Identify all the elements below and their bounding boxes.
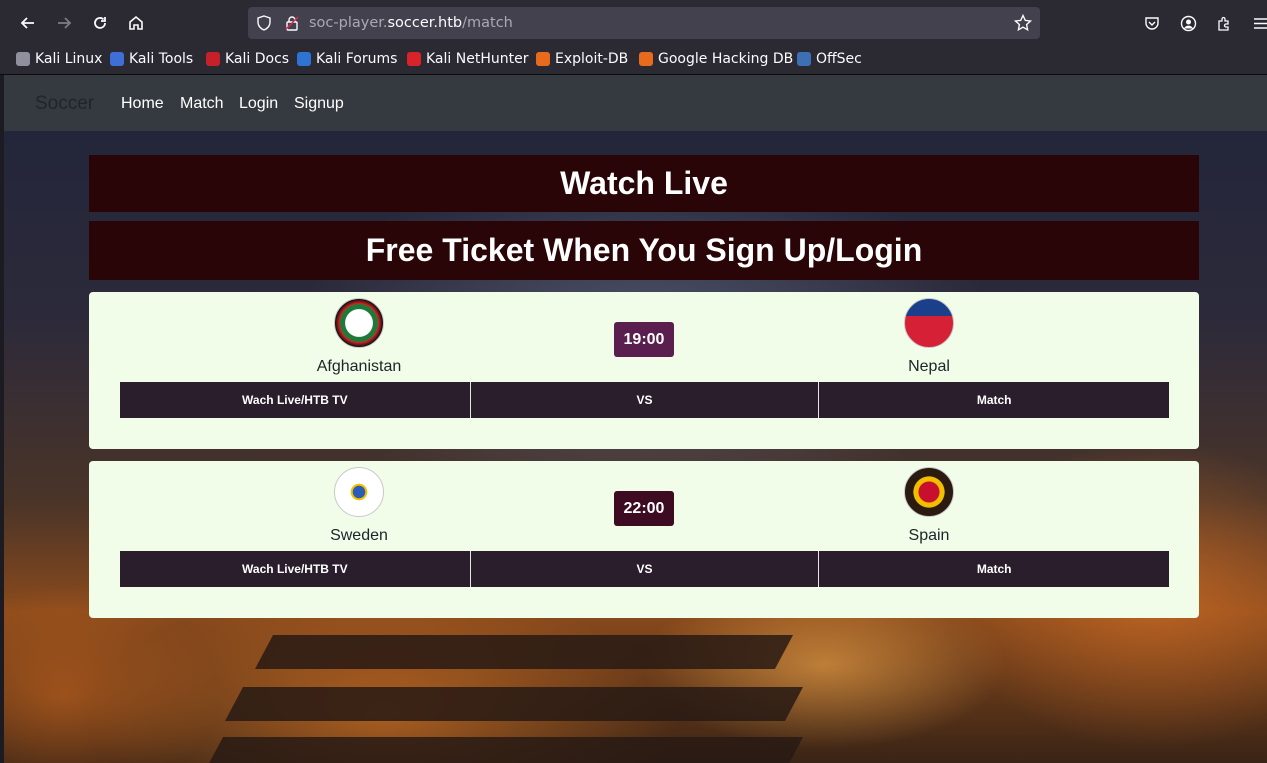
away-team: Spain [829, 467, 1029, 545]
match-button[interactable]: Match [819, 382, 1170, 418]
match-time: 19:00 [614, 322, 674, 357]
account-icon[interactable] [1178, 13, 1198, 33]
site-brand[interactable]: Soccer [35, 93, 94, 115]
away-team: Nepal [829, 298, 1029, 376]
nav-login[interactable]: Login [239, 95, 278, 113]
spain-logo-icon [904, 467, 954, 517]
match-actions-row: Wach Live/HTB TV VS Match [120, 382, 1170, 418]
away-team-name: Spain [908, 527, 950, 544]
offsec-icon [797, 52, 811, 66]
kali-forums-icon [297, 52, 311, 66]
match-button[interactable]: Match [819, 551, 1170, 587]
exploit-db-icon [536, 52, 550, 66]
match-time: 22:00 [614, 491, 674, 526]
shield-icon[interactable] [256, 15, 272, 36]
background-stripe [224, 687, 804, 721]
match-actions-row: Wach Live/HTB TV VS Match [120, 551, 1170, 587]
bookmarks-bar: Kali Linux Kali Tools Kali Docs Kali For… [0, 45, 1267, 75]
bookmark-star-icon[interactable] [1013, 13, 1033, 37]
kali-tools-icon [110, 52, 124, 66]
pocket-icon[interactable] [1142, 13, 1162, 33]
away-team-name: Nepal [908, 358, 950, 375]
lock-icon[interactable] [284, 15, 300, 36]
nav-match[interactable]: Match [180, 95, 224, 113]
background-stripe [204, 737, 804, 763]
background-stripe [254, 635, 794, 669]
afghanistan-logo-icon [334, 298, 384, 348]
page-content: Soccer Home Match Login Signup Watch Liv… [4, 75, 1267, 763]
free-ticket-banner: Free Ticket When You Sign Up/Login [89, 221, 1199, 280]
nepal-logo-icon [904, 298, 954, 348]
watch-live-banner: Watch Live [89, 155, 1199, 212]
bookmark-offsec[interactable]: OffSec [797, 50, 862, 68]
browser-toolbar: soc-player.soccer.htb/match [0, 0, 1267, 45]
reload-icon[interactable] [89, 12, 111, 34]
nav-home[interactable]: Home [121, 95, 164, 113]
url-text[interactable]: soc-player.soccer.htb/match [309, 15, 513, 31]
menu-icon[interactable] [1250, 13, 1267, 33]
back-icon[interactable] [17, 12, 39, 34]
home-icon[interactable] [125, 12, 147, 34]
home-team: Afghanistan [259, 298, 459, 376]
bookmark-google-hacking-db[interactable]: Google Hacking DB [639, 50, 793, 68]
nethunter-icon [407, 52, 421, 66]
forward-icon[interactable] [53, 12, 75, 34]
home-team: Sweden [259, 467, 459, 545]
home-team-name: Sweden [330, 527, 388, 544]
bookmark-kali-linux[interactable]: Kali Linux [16, 50, 102, 68]
kali-dragon-icon [16, 52, 30, 66]
watch-live-button[interactable]: Wach Live/HTB TV [120, 551, 471, 587]
vs-label: VS [470, 382, 820, 418]
extensions-icon[interactable] [1214, 13, 1234, 33]
bookmark-exploit-db[interactable]: Exploit-DB [536, 50, 628, 68]
match-card: Sweden 22:00 Spain Wach Live/HTB TV VS M… [89, 461, 1199, 618]
bookmark-kali-forums[interactable]: Kali Forums [297, 50, 397, 68]
sweden-logo-icon [334, 467, 384, 517]
home-team-name: Afghanistan [316, 358, 402, 375]
site-navbar: Soccer Home Match Login Signup [4, 75, 1267, 131]
watch-live-button[interactable]: Wach Live/HTB TV [120, 382, 471, 418]
vs-label: VS [470, 551, 820, 587]
url-bar[interactable]: soc-player.soccer.htb/match [248, 7, 1040, 39]
bookmark-kali-docs[interactable]: Kali Docs [206, 50, 289, 68]
match-card: Afghanistan 19:00 Nepal Wach Live/HTB TV… [89, 292, 1199, 449]
ghdb-icon [639, 52, 653, 66]
bookmark-kali-nethunter[interactable]: Kali NetHunter [407, 50, 528, 68]
kali-docs-icon [206, 52, 220, 66]
nav-signup[interactable]: Signup [294, 95, 344, 113]
bookmark-kali-tools[interactable]: Kali Tools [110, 50, 193, 68]
